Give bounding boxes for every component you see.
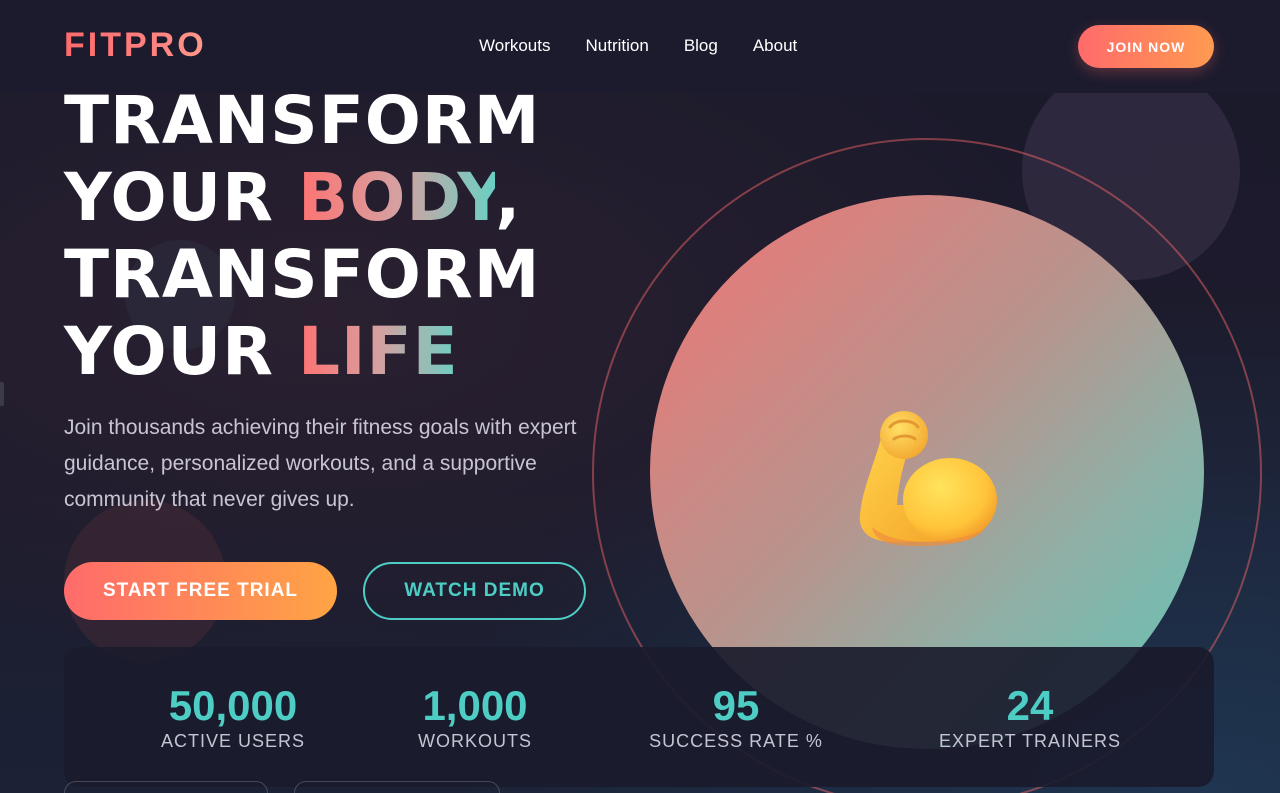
main-nav: Workouts Nutrition Blog About <box>479 36 832 56</box>
partial-card <box>294 781 500 793</box>
stat-label: EXPERT TRAINERS <box>938 731 1122 751</box>
stat-expert-trainers: 24 EXPERT TRAINERS <box>934 683 1126 752</box>
headline-line-4: YOUR LIFE <box>64 313 540 390</box>
headline-text: YOUR <box>64 159 298 236</box>
nav-link-about[interactable]: About <box>753 36 797 56</box>
stat-label: WORKOUTS <box>418 731 532 751</box>
headline-line-2: YOUR BODY, <box>64 159 540 236</box>
nav-link-blog[interactable]: Blog <box>684 36 718 56</box>
page: FITPRO Workouts Nutrition Blog About JOI… <box>0 0 1280 793</box>
stat-label: SUCCESS RATE % <box>649 731 823 751</box>
stat-label: ACTIVE USERS <box>160 731 306 751</box>
headline-line-1: TRANSFORM <box>64 82 541 159</box>
logo[interactable]: FITPRO <box>64 26 207 65</box>
join-now-button[interactable]: JOIN NOW <box>1078 25 1214 68</box>
hero-headline: TRANSFORM YOUR BODY, TRANSFORM YOUR LIFE <box>64 82 540 390</box>
start-free-trial-button[interactable]: START FREE TRIAL <box>64 562 337 620</box>
nav-link-workouts[interactable]: Workouts <box>479 36 551 56</box>
headline-text: , <box>495 159 522 236</box>
watch-demo-button[interactable]: WATCH DEMO <box>363 562 586 620</box>
partial-card <box>64 781 268 793</box>
nav-link-nutrition[interactable]: Nutrition <box>586 36 649 56</box>
headline-highlight-life: LIFE <box>297 313 459 390</box>
hero-description: Join thousands achieving their fitness g… <box>64 416 577 511</box>
stat-workouts: 1,000 WORKOUTS <box>410 683 540 752</box>
stat-value: 95 <box>712 682 760 729</box>
flexed-biceps-icon <box>859 411 997 547</box>
headline-line-3: TRANSFORM <box>64 236 541 313</box>
stats-panel: 50,000 ACTIVE USERS 1,000 WORKOUTS 95 SU… <box>64 647 1214 787</box>
site-header: FITPRO Workouts Nutrition Blog About JOI… <box>0 0 1280 93</box>
stat-value: 50,000 <box>168 682 298 729</box>
headline-text: YOUR <box>64 313 298 390</box>
side-scroll-handle[interactable] <box>0 382 4 406</box>
stat-value: 24 <box>1006 682 1054 729</box>
stat-success-rate: 95 SUCCESS RATE % <box>646 683 826 752</box>
stat-value: 1,000 <box>422 682 528 729</box>
stat-active-users: 50,000 ACTIVE USERS <box>158 683 308 752</box>
headline-highlight-body: BODY <box>297 159 496 236</box>
